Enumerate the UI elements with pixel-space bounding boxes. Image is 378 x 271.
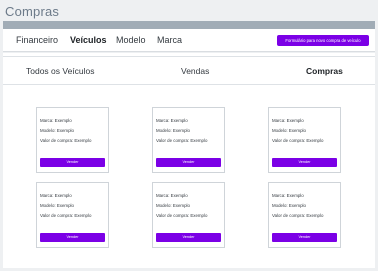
tab-compras[interactable]: Compras	[306, 66, 343, 76]
card-model: Modelo: Exemplo	[156, 128, 190, 133]
card-model: Modelo: Exemplo	[40, 203, 74, 208]
card-model: Modelo: Exemplo	[40, 128, 74, 133]
sell-button[interactable]: Vender	[272, 158, 337, 167]
tab-bar: Todos os Veículos Vendas Compras	[3, 56, 375, 85]
vehicle-card: Marca: Exemplo Modelo: Exemplo Valor de …	[268, 182, 341, 248]
card-brand: Marca: Exemplo	[40, 193, 72, 198]
nav-item-financeiro[interactable]: Financeiro	[16, 35, 58, 45]
card-brand: Marca: Exemplo	[272, 193, 304, 198]
card-purchase-price: Valor de compra: Exemplo	[156, 213, 208, 218]
card-purchase-price: Valor de compra: Exemplo	[156, 138, 208, 143]
sell-button[interactable]: Vender	[40, 233, 105, 242]
card-model: Modelo: Exemplo	[272, 203, 306, 208]
header-strip	[3, 21, 375, 29]
main-content: Todos os Veículos Vendas Compras Marca: …	[3, 53, 375, 268]
tab-vendas[interactable]: Vendas	[181, 66, 209, 76]
page-title: Compras	[5, 4, 60, 19]
vehicle-card: Marca: Exemplo Modelo: Exemplo Valor de …	[152, 107, 225, 173]
card-brand: Marca: Exemplo	[156, 118, 188, 123]
sell-button[interactable]: Vender	[272, 233, 337, 242]
vehicle-card: Marca: Exemplo Modelo: Exemplo Valor de …	[268, 107, 341, 173]
card-brand: Marca: Exemplo	[40, 118, 72, 123]
tab-todos-os-veiculos[interactable]: Todos os Veículos	[26, 66, 95, 76]
card-purchase-price: Valor de compra: Exemplo	[272, 138, 324, 143]
card-model: Modelo: Exemplo	[156, 203, 190, 208]
new-purchase-button[interactable]: Formulário para novo compra de veículo	[277, 35, 369, 46]
nav-item-veiculos[interactable]: Veículos	[70, 35, 107, 45]
card-purchase-price: Valor de compra: Exemplo	[272, 213, 324, 218]
vehicle-card: Marca: Exemplo Modelo: Exemplo Valor de …	[36, 107, 109, 173]
vehicle-card: Marca: Exemplo Modelo: Exemplo Valor de …	[36, 182, 109, 248]
card-brand: Marca: Exemplo	[156, 193, 188, 198]
top-navigation: Financeiro Veículos Modelo Marca Formulá…	[3, 29, 375, 52]
nav-item-marca[interactable]: Marca	[157, 35, 182, 45]
card-purchase-price: Valor de compra: Exemplo	[40, 138, 92, 143]
sell-button[interactable]: Vender	[156, 158, 221, 167]
card-purchase-price: Valor de compra: Exemplo	[40, 213, 92, 218]
sell-button[interactable]: Vender	[40, 158, 105, 167]
nav-item-modelo[interactable]: Modelo	[116, 35, 146, 45]
card-model: Modelo: Exemplo	[272, 128, 306, 133]
card-brand: Marca: Exemplo	[272, 118, 304, 123]
vehicle-card: Marca: Exemplo Modelo: Exemplo Valor de …	[152, 182, 225, 248]
sell-button[interactable]: Vender	[156, 233, 221, 242]
